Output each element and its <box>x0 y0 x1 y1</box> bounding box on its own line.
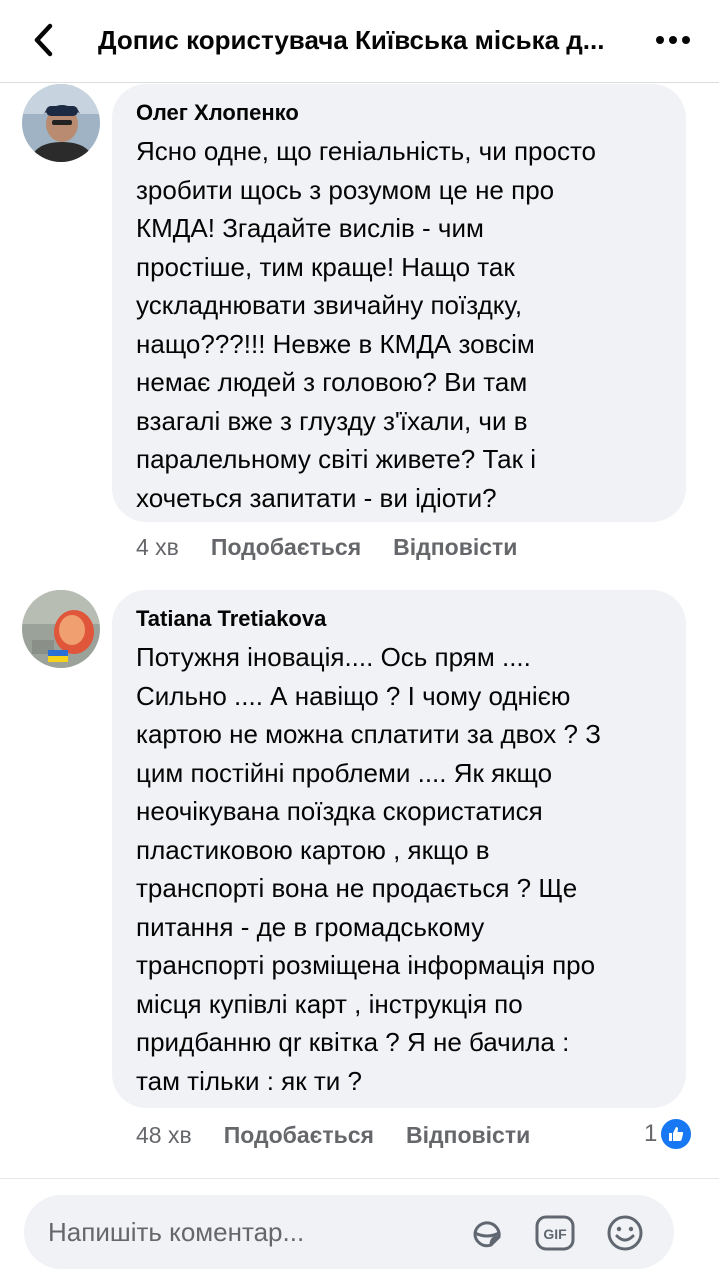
comment-author[interactable]: Олег Хлопенко <box>136 98 664 128</box>
comment-input-placeholder: Напишіть коментар... <box>48 1217 305 1247</box>
like-icon <box>659 1117 694 1151</box>
comment-bubble: Олег Хлопенко Ясно одне, що геніальність… <box>112 84 686 522</box>
comment-bubble: Tatiana Tretiakova Потужня іновація.... … <box>112 590 686 1108</box>
comment-actions: 48 хв Подобається Відповісти <box>136 1120 562 1150</box>
comment-text: Ясно одне, що геніальність, чи просто зр… <box>136 136 597 513</box>
more-icon <box>656 36 690 44</box>
like-button[interactable]: Подобається <box>211 534 361 561</box>
chevron-left-icon <box>34 23 53 57</box>
comment-author[interactable]: Tatiana Tretiakova <box>136 604 664 634</box>
comment-time[interactable]: 48 хв <box>136 1122 192 1149</box>
emoji-icon <box>607 1215 643 1251</box>
reaction-count: 1 <box>644 1120 658 1147</box>
avatar-photo <box>22 84 100 162</box>
reply-button[interactable]: Відповісти <box>393 534 517 561</box>
app: Допис користувача Київська міська д... О… <box>0 0 719 1280</box>
avatar[interactable] <box>22 84 100 162</box>
avatar-photo <box>22 590 100 668</box>
gif-icon: GIF <box>535 1215 575 1251</box>
avatar[interactable] <box>22 590 100 668</box>
sticker-button[interactable] <box>466 1212 508 1254</box>
more-options-button[interactable] <box>648 20 698 60</box>
comment-composer-bar: Напишіть коментар... GIF <box>0 1178 719 1280</box>
svg-text:GIF: GIF <box>543 1226 567 1242</box>
reply-button[interactable]: Відповісти <box>406 1122 530 1149</box>
header: Допис користувача Київська міська д... <box>0 0 719 83</box>
like-button[interactable]: Подобається <box>224 1122 374 1149</box>
sticker-icon <box>473 1221 501 1248</box>
back-button[interactable] <box>22 18 66 62</box>
comment-input[interactable]: Напишіть коментар... GIF <box>24 1195 674 1269</box>
page-title: Допис користувача Київська міська д... <box>98 25 605 55</box>
comment-text: Потужня іновація.... Ось прям .... Сильн… <box>136 642 601 1096</box>
comment-actions: 4 хв Подобається Відповісти <box>136 532 549 562</box>
gif-button[interactable]: GIF <box>534 1212 576 1254</box>
emoji-button[interactable] <box>604 1212 646 1254</box>
reaction-summary[interactable]: 1 <box>644 1117 694 1151</box>
comment-time[interactable]: 4 хв <box>136 534 179 561</box>
